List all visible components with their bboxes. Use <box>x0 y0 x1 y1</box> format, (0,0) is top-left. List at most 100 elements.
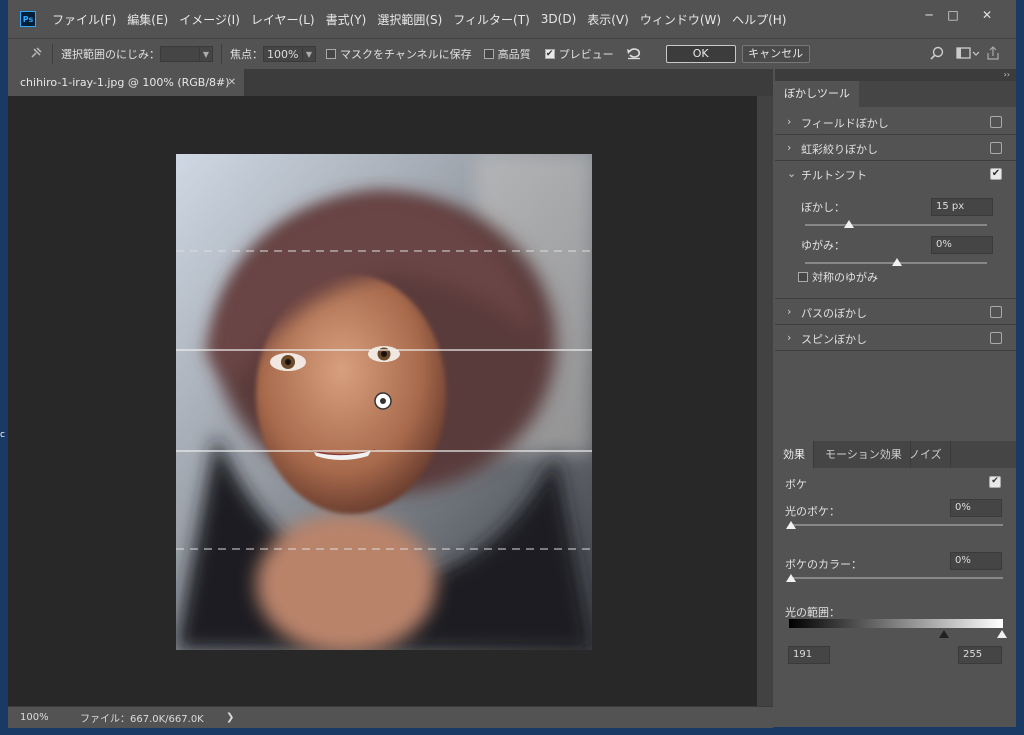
menu-window[interactable]: ウィンドウ(W) <box>640 11 721 28</box>
symmetric-distortion-checkbox[interactable]: 対称のゆがみ <box>798 269 878 285</box>
iris-blur-checkbox[interactable] <box>990 142 1002 154</box>
field-blur-checkbox[interactable] <box>990 116 1002 128</box>
bokeh-label: ボケ <box>785 478 807 491</box>
tab-motion-effects[interactable]: モーション効果 <box>817 441 911 468</box>
vertical-scrollbar[interactable] <box>757 96 773 706</box>
light-bokeh-input[interactable]: 0% <box>950 499 1002 517</box>
preview-label: プレビュー <box>558 48 614 61</box>
photoshop-logo-icon[interactable]: Ps <box>20 11 36 27</box>
menu-file[interactable]: ファイル(F) <box>52 11 116 28</box>
light-range-low-input[interactable]: 191 <box>788 646 830 664</box>
blur-row-label: チルトシフト <box>801 169 867 182</box>
checkbox-icon <box>483 49 494 59</box>
blur-row-spin[interactable]: › スピンぼかし <box>775 325 1016 351</box>
options-bar: 選択範囲のにじみ： ▼ 焦点： 100% ▼ マスクをチャンネルに保存 高品質 ✔… <box>8 38 1016 69</box>
blur-row-field[interactable]: › フィールドぼかし <box>775 109 1016 135</box>
chevron-right-icon[interactable]: › <box>787 115 791 128</box>
share-icon[interactable] <box>986 45 1000 63</box>
light-range-label: 光の範囲： <box>785 606 840 619</box>
chevron-down-icon[interactable]: ▼ <box>303 46 316 62</box>
pin-tool-icon[interactable] <box>28 45 44 64</box>
menu-filter[interactable]: フィルター(T) <box>453 11 529 28</box>
light-range-low-thumb[interactable] <box>939 630 949 638</box>
bokeh-color-input[interactable]: 0% <box>950 552 1002 570</box>
panel-collapse-icon[interactable]: ›› <box>775 69 1016 81</box>
menu-image[interactable]: イメージ(I) <box>179 11 240 28</box>
close-icon[interactable]: ✕ <box>228 69 236 96</box>
status-bar: 100% ファイル：667.0K/667.0K ❯ <box>8 706 773 728</box>
tilt-shift-checkbox[interactable]: ✔ <box>990 168 1002 180</box>
blur-row-label: フィールドぼかし <box>801 117 889 130</box>
file-size: ファイル：667.0K/667.0K <box>80 714 204 725</box>
distortion-input[interactable]: 0% <box>931 236 993 254</box>
status-menu-arrow-icon[interactable]: ❯ <box>226 712 234 723</box>
menu-layer[interactable]: レイヤー(L) <box>251 11 315 28</box>
chevron-right-icon[interactable]: › <box>787 305 791 318</box>
chevron-right-icon[interactable]: › <box>787 141 791 154</box>
blur-row-label: パスのぼかし <box>801 307 867 320</box>
focus-label: 焦点： <box>230 48 263 61</box>
preview-checkbox[interactable]: ✔ プレビュー <box>544 46 614 62</box>
document-title: chihiro-1-iray-1.jpg @ 100% (RGB/8#) <box>20 76 230 89</box>
blur-amount-input[interactable]: 15 px <box>931 198 993 216</box>
high-quality-checkbox[interactable]: 高品質 <box>483 46 531 62</box>
selection-feather-input[interactable] <box>160 46 200 62</box>
save-mask-label: マスクをチャンネルに保存 <box>340 48 472 61</box>
high-quality-label: 高品質 <box>497 48 531 61</box>
search-icon[interactable] <box>930 46 944 63</box>
chevron-down-icon[interactable]: ⌄ <box>787 167 796 180</box>
menu-bar: Ps ファイル(F) 編集(E) イメージ(I) レイヤー(L) 書式(Y) 選… <box>8 0 1016 38</box>
bokeh-color-slider[interactable] <box>789 577 1003 579</box>
tab-effects[interactable]: 効果 <box>775 441 814 468</box>
cancel-button[interactable]: キャンセル <box>741 45 810 63</box>
chevron-right-icon[interactable]: › <box>787 331 791 344</box>
light-bokeh-slider[interactable] <box>789 524 1003 526</box>
photoshop-window: Ps ファイル(F) 編集(E) イメージ(I) レイヤー(L) 書式(Y) 選… <box>8 0 1016 728</box>
menu-help[interactable]: ヘルプ(H) <box>732 11 786 28</box>
tab-noise[interactable]: ノイズ <box>901 441 951 468</box>
bokeh-color-thumb[interactable] <box>786 574 796 582</box>
document-tab-bar: chihiro-1-iray-1.jpg @ 100% (RGB/8#) ✕ <box>8 69 773 96</box>
checkbox-icon <box>798 272 808 282</box>
light-range-high-thumb[interactable] <box>997 630 1007 638</box>
light-range-high-input[interactable]: 255 <box>958 646 1002 664</box>
light-bokeh-thumb[interactable] <box>786 521 796 529</box>
zoom-level[interactable]: 100% <box>20 712 60 723</box>
menu-type[interactable]: 書式(Y) <box>326 11 367 28</box>
distortion-thumb[interactable] <box>892 258 902 266</box>
bokeh-color-label: ボケのカラー： <box>785 558 862 571</box>
blur-amount-label: ぼかし： <box>801 201 845 214</box>
ok-button[interactable]: OK <box>665 45 736 63</box>
menu-edit[interactable]: 編集(E) <box>127 11 168 28</box>
light-range-gradient[interactable] <box>789 619 1003 628</box>
close-window-button[interactable]: ✕ <box>972 6 1002 24</box>
menu-select[interactable]: 選択範囲(S) <box>377 11 442 28</box>
divider <box>221 44 222 64</box>
document-tab[interactable]: chihiro-1-iray-1.jpg @ 100% (RGB/8#) ✕ <box>8 69 244 96</box>
reset-icon[interactable] <box>626 46 642 63</box>
canvas-area[interactable] <box>8 96 757 706</box>
light-bokeh-label: 光のボケ： <box>785 505 840 518</box>
effects-tab-strip: 効果 モーション効果 ノイズ <box>775 441 1016 468</box>
blur-amount-slider[interactable] <box>805 224 987 226</box>
checkbox-icon <box>326 49 336 59</box>
blur-row-iris[interactable]: › 虹彩絞りぼかし <box>775 135 1016 161</box>
document-image[interactable] <box>176 154 592 650</box>
workspace-icon[interactable] <box>956 46 980 63</box>
path-blur-checkbox[interactable] <box>990 306 1002 318</box>
blur-amount-thumb[interactable] <box>844 220 854 228</box>
blur-tools-panel: ›› ぼかしツール › フィールドぼかし › 虹彩絞りぼかし ⌄ チルトシフト … <box>775 69 1016 441</box>
symmetric-distortion-label: 対称のゆがみ <box>812 271 878 284</box>
menu-3d[interactable]: 3D(D) <box>541 12 576 26</box>
save-mask-checkbox[interactable]: マスクをチャンネルに保存 <box>326 46 472 62</box>
spin-blur-checkbox[interactable] <box>990 332 1002 344</box>
check-icon: ✔ <box>544 49 555 59</box>
blur-row-path[interactable]: › パスのぼかし <box>775 299 1016 325</box>
selection-feather-label: 選択範囲のにじみ： <box>61 48 160 61</box>
chevron-down-icon[interactable]: ▼ <box>200 46 213 62</box>
menu-view[interactable]: 表示(V) <box>587 11 629 28</box>
tab-blur-tools[interactable]: ぼかしツール <box>775 81 859 107</box>
maximize-button[interactable]: □ <box>938 6 968 24</box>
focus-input[interactable]: 100% <box>263 46 303 62</box>
bokeh-checkbox[interactable]: ✔ <box>989 476 1001 488</box>
